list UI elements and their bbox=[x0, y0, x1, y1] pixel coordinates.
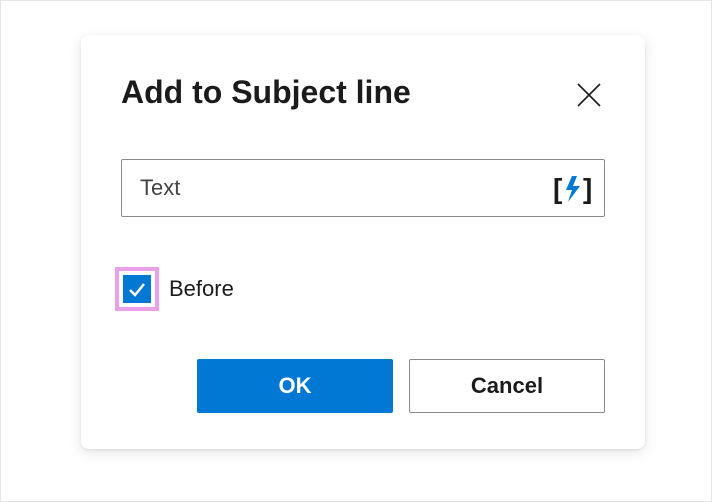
close-button[interactable] bbox=[573, 79, 605, 111]
before-checkbox[interactable] bbox=[123, 275, 151, 303]
lightning-icon: [ ] bbox=[553, 172, 593, 204]
checkbox-highlight bbox=[115, 267, 159, 311]
before-checkbox-row: Before bbox=[115, 267, 605, 311]
checkmark-icon bbox=[127, 279, 147, 299]
dynamic-content-button[interactable]: [ ] bbox=[551, 168, 595, 208]
text-field-container: [ ] bbox=[121, 159, 605, 217]
before-checkbox-label: Before bbox=[169, 276, 234, 302]
subject-text-input[interactable] bbox=[121, 159, 605, 217]
svg-text:[: [ bbox=[553, 173, 562, 204]
app-canvas: Add to Subject line [ ] bbox=[0, 0, 712, 502]
svg-text:]: ] bbox=[583, 173, 592, 204]
dialog-button-row: OK Cancel bbox=[121, 359, 605, 413]
add-to-subject-dialog: Add to Subject line [ ] bbox=[81, 35, 645, 449]
ok-button[interactable]: OK bbox=[197, 359, 393, 413]
dialog-title: Add to Subject line bbox=[121, 73, 411, 111]
close-icon bbox=[576, 82, 602, 108]
dialog-header: Add to Subject line bbox=[121, 73, 605, 111]
cancel-button[interactable]: Cancel bbox=[409, 359, 605, 413]
